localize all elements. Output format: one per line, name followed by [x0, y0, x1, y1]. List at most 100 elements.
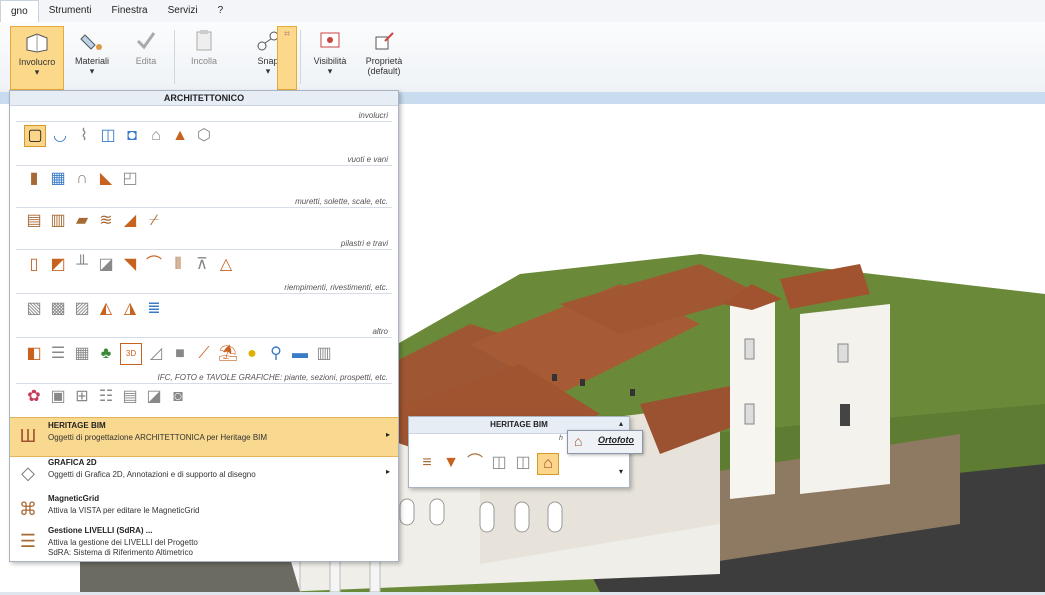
slab-icon[interactable]: ▰	[72, 211, 92, 231]
curved-beam-icon[interactable]: ⌒	[144, 255, 164, 275]
box-wall-icon[interactable]: ◫	[98, 126, 118, 146]
submenu-expand-icon[interactable]: ▾	[619, 467, 623, 476]
section-label-involucri: involucri	[358, 111, 388, 120]
involucro-button[interactable]: Involucro ▾	[10, 26, 64, 90]
tree-icon[interactable]: ♣	[96, 344, 116, 364]
infill-icon[interactable]: ▧	[24, 299, 44, 319]
paint-bucket-icon	[77, 28, 107, 54]
involucro-wall-icon[interactable]: ▢	[24, 125, 46, 147]
gable-wall-icon[interactable]: ⌂	[146, 126, 166, 146]
covering-icon[interactable]: ◭	[96, 299, 116, 319]
curved-wall-icon[interactable]: ◡	[50, 126, 70, 146]
proprieta-label: Proprietà	[365, 56, 403, 66]
orange-beam-icon[interactable]: ◥	[120, 255, 140, 275]
arch-opening-icon[interactable]: ∩	[72, 169, 92, 189]
layers-icon[interactable]: ≣	[144, 299, 164, 319]
ortofoto-icon[interactable]: ⌂	[537, 453, 559, 475]
ramp-icon[interactable]: ◢	[120, 211, 140, 231]
camera-icon[interactable]: ◙	[168, 387, 188, 407]
roof-cover-icon[interactable]: ◮	[120, 299, 140, 319]
cladding-icon[interactable]: ▩	[48, 299, 68, 319]
gestione-livelli-title: Gestione LIVELLI (SdRA) ...	[48, 526, 153, 535]
submenu-arrow-icon: ▸	[385, 467, 390, 476]
menu-help[interactable]: ?	[208, 0, 234, 22]
sheet-icon[interactable]: ◪	[144, 387, 164, 407]
3d-object-icon[interactable]: 3D	[120, 343, 142, 365]
shelf-icon[interactable]: ☰	[48, 344, 68, 364]
menu-finestra[interactable]: Finestra	[101, 0, 157, 22]
heritage-bim-menu-item[interactable]: Ш HERITAGE BIM Oggetti di progettazione …	[10, 417, 398, 457]
light-bulb-icon[interactable]: ●	[242, 344, 262, 364]
pillar-icon[interactable]: ╨	[72, 255, 92, 275]
edita-button[interactable]: Edita	[120, 26, 172, 88]
proprieta-button[interactable]: Proprietà (default)	[358, 26, 410, 88]
gray-beam-icon[interactable]: ◪	[96, 255, 116, 275]
snap-grid-icon: ⌗	[284, 29, 290, 40]
solid-block-icon[interactable]: ⬡	[194, 126, 214, 146]
car-icon[interactable]: ▬	[290, 344, 310, 364]
ribbon-separator	[300, 30, 301, 84]
ifc-icon[interactable]: ✿	[24, 387, 44, 407]
truss-icon[interactable]: ⊼	[192, 255, 212, 275]
capital-icon[interactable]: ▼	[441, 453, 461, 473]
person-icon[interactable]: ⚲	[266, 344, 286, 364]
menu-disegno[interactable]: gno	[0, 0, 39, 23]
column-icon[interactable]: ▯	[24, 255, 44, 275]
ifc-icons: ✿ ▣ ⊞ ☷ ▤ ◪ ◙	[24, 387, 188, 407]
gestione-livelli-menu-item[interactable]: ☰ Gestione LIVELLI (SdRA) ... Attiva la …	[10, 523, 398, 561]
niche-icon[interactable]: ◰	[120, 169, 140, 189]
submenu-collapse-icon[interactable]: ▴	[619, 419, 623, 428]
wall-box-icon	[22, 29, 52, 55]
section-label-altro: altro	[372, 327, 388, 336]
brick-wall-icon[interactable]: ▥	[48, 211, 68, 231]
canopy-icon[interactable]: ⛱	[218, 344, 238, 364]
plan-icon[interactable]: ⊞	[72, 387, 92, 407]
visibilita-button[interactable]: Visibilità ▾	[304, 26, 356, 88]
submenu-small-label: h	[559, 435, 563, 442]
grid-object-icon[interactable]: ▦	[72, 344, 92, 364]
lamp-post-icon[interactable]: ⟋	[194, 344, 214, 364]
stacked-beams-icon[interactable]: ≡	[417, 453, 437, 473]
properties-icon	[369, 28, 399, 54]
grafica-2d-menu-item[interactable]: ◇ GRAFICA 2D Oggetti di Grafica 2D, Anno…	[10, 455, 398, 493]
incolla-button[interactable]: Incolla	[178, 26, 230, 88]
materiali-button[interactable]: Materiali ▾	[66, 26, 118, 88]
photo-frame-icon[interactable]: ▣	[48, 387, 68, 407]
door-icon[interactable]: ▮	[24, 169, 44, 189]
facade-icon[interactable]: ▥	[314, 344, 334, 364]
section-label-muretti: muretti, solette, scale, etc.	[295, 197, 388, 206]
roof-block-icon[interactable]: ▲	[170, 126, 190, 146]
section-divider	[16, 121, 392, 122]
proprieta-sublabel: (default)	[367, 66, 401, 76]
menu-servizi[interactable]: Servizi	[158, 0, 208, 22]
vault-icon[interactable]: ⌒	[465, 453, 485, 473]
pattern-icon[interactable]: ▨	[72, 299, 92, 319]
section-divider	[16, 337, 392, 338]
triangle-truss-icon[interactable]: △	[216, 255, 236, 275]
beam-icon[interactable]: ◩	[48, 255, 68, 275]
elevation-icon[interactable]: ▤	[120, 387, 140, 407]
ortofoto-tooltip: ⌂ Ortofoto	[567, 430, 643, 454]
wall-segment-icon[interactable]: ◫	[489, 453, 509, 473]
cylinder-wall-icon[interactable]: ◘	[122, 126, 142, 146]
block-icon[interactable]: ■	[170, 344, 190, 364]
visibility-icon	[315, 28, 345, 54]
menu-strumenti[interactable]: Strumenti	[39, 0, 102, 22]
window-icon[interactable]: ▦	[48, 169, 68, 189]
involucri-icons: ▢ ◡ ⌇ ◫ ◘ ⌂ ▲ ⬡	[24, 125, 214, 147]
low-wall-icon[interactable]: ▤	[24, 211, 44, 231]
shaped-wall-icon[interactable]: ⌇	[74, 126, 94, 146]
section-divider	[16, 165, 392, 166]
wall-segment-2-icon[interactable]: ◫	[513, 453, 533, 473]
joists-icon[interactable]: ⦀	[168, 255, 188, 275]
edita-label: Edita	[135, 56, 157, 66]
stair-icon[interactable]: ≋	[96, 211, 116, 231]
skylight-icon[interactable]: ◣	[96, 169, 116, 189]
riempimenti-icons: ▧ ▩ ▨ ◭ ◮ ≣	[24, 299, 164, 319]
snap-options-toggle[interactable]: ⌗	[277, 26, 297, 90]
pipe-icon[interactable]: ◿	[146, 344, 166, 364]
heritage-bim-icons: ≡ ▼ ⌒ ◫ ◫ ⌂	[417, 453, 559, 475]
object-icon[interactable]: ◧	[24, 344, 44, 364]
section-icon[interactable]: ☷	[96, 387, 116, 407]
railing-icon[interactable]: ⌿	[144, 211, 164, 231]
